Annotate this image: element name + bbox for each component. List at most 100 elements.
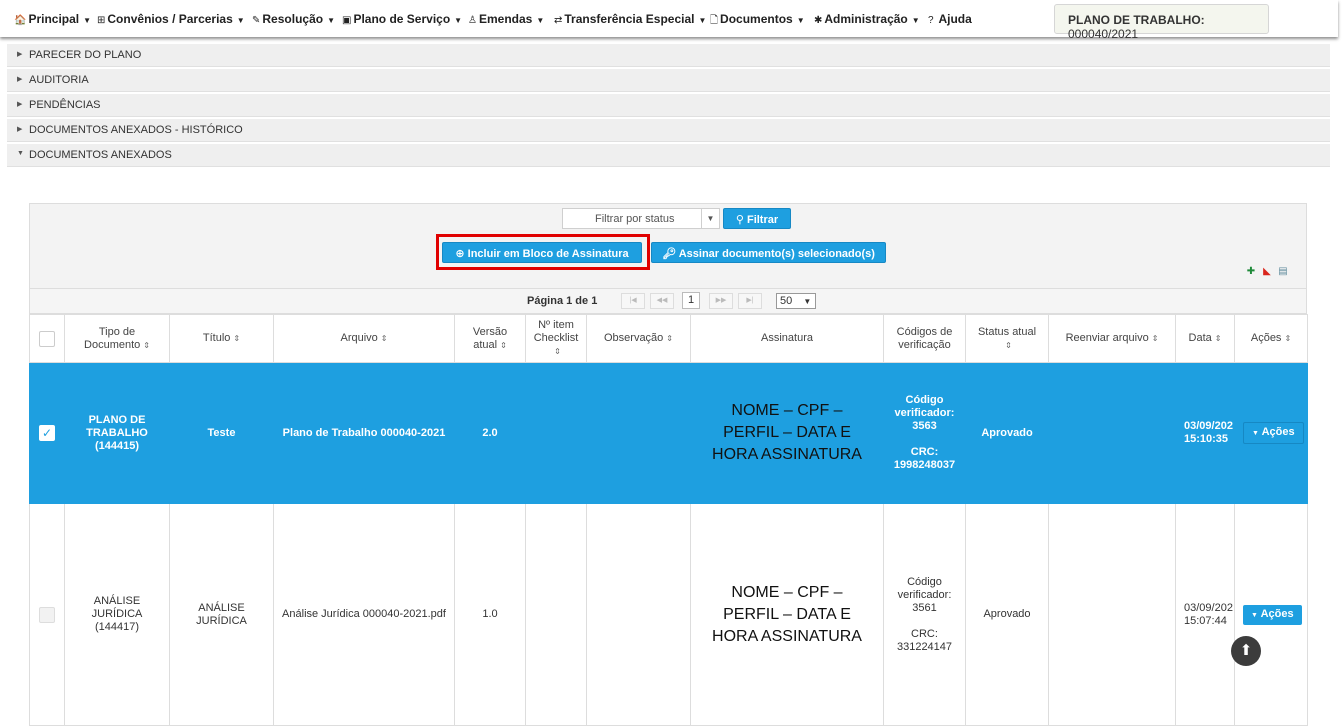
pdf-icon[interactable]: ◣ xyxy=(1260,265,1274,279)
accordion-pendencias[interactable]: ▶ PENDÊNCIAS xyxy=(7,94,1330,117)
col-label: verificação xyxy=(898,338,951,351)
cell-codigos: Código verificador: 3563 CRC: 1998248037 xyxy=(883,362,966,504)
page-size-select[interactable]: 50 ▼ xyxy=(776,293,816,309)
key-icon: 🔑︎ xyxy=(662,248,677,260)
folder-icon: ▣ xyxy=(342,15,352,26)
col-reenviar[interactable]: Reenviar arquivo ⇕ xyxy=(1048,314,1176,363)
caret-down-icon: ▼ xyxy=(796,16,805,25)
caret-down-icon: ▼ xyxy=(327,16,335,25)
col-observacao[interactable]: Observação ⇕ xyxy=(586,314,691,363)
search-icon: ⚲ xyxy=(735,214,744,226)
nav-convenios[interactable]: ⊞ Convênios / Parcerias ▼ xyxy=(97,12,245,26)
col-label: Documento xyxy=(84,338,141,351)
cell-reenviar xyxy=(1048,503,1176,726)
export-icons: ✚ ◣ ▤ xyxy=(1244,263,1292,279)
nav-label: Transferência Especial xyxy=(564,12,695,26)
nav-resolucao[interactable]: ✎ Resolução ▼ xyxy=(252,12,335,26)
accordion-auditoria[interactable]: ▶ AUDITORIA xyxy=(7,69,1330,92)
cell-text: CRC: xyxy=(910,446,939,458)
col-label: Data xyxy=(1188,332,1212,344)
accordion-docs-historico[interactable]: ▶ DOCUMENTOS ANEXADOS - HISTÓRICO xyxy=(7,119,1330,142)
filter-button[interactable]: ⚲ Filtrar xyxy=(723,208,791,229)
sign-selected-button[interactable]: 🔑︎ Assinar documento(s) selecionado(s) xyxy=(651,242,886,263)
nav-label: Administração xyxy=(824,12,908,26)
cell-versao: 2.0 xyxy=(454,362,526,504)
col-label: Observação xyxy=(603,332,664,344)
next-page-icon[interactable]: ▶▶ xyxy=(709,293,733,309)
caret-right-icon: ▶ xyxy=(17,101,23,108)
chevron-down-icon[interactable]: ▼ xyxy=(701,209,719,228)
status-filter-select[interactable]: Filtrar por status ▼ xyxy=(562,208,720,229)
accordion-docs-anexados[interactable]: ▼ DOCUMENTOS ANEXADOS xyxy=(7,144,1330,167)
documents-table: Tipo de Documento ⇕ Título ⇕ Arquivo ⇕ Versã… xyxy=(29,314,1308,726)
nav-documentos[interactable]: 🗋 Documentos ▼ xyxy=(710,12,805,30)
col-label: atual xyxy=(473,338,498,351)
cell-data: 03/09/202 15:07:44 xyxy=(1175,503,1235,726)
col-codigos: Códigos de verificação xyxy=(883,314,966,363)
cell-assinatura: NOME – CPF – PERFIL – DATA E HORA ASSINATU… xyxy=(690,362,884,504)
sort-icon: ⇕ xyxy=(1214,334,1222,343)
col-label: Tipo de xyxy=(98,325,136,338)
cell-codigos: Código verificador: 3561 CRC: 331224147 xyxy=(883,503,966,726)
row-actions-button[interactable]: ▼ Ações xyxy=(1243,422,1304,444)
accordion-label: PARECER DO PLANO xyxy=(29,49,142,61)
table-row[interactable]: ANÁLISE JURÍDICA (144417) ANÁLISE JURÍDICA … xyxy=(29,503,1308,726)
caret-down-icon: ▼ xyxy=(454,16,463,25)
sort-icon: ⇕ xyxy=(233,334,241,343)
col-label: Título xyxy=(202,332,231,344)
cell-observacao xyxy=(586,503,691,726)
nav-label: Resolução xyxy=(262,12,324,26)
excel-icon[interactable]: ✚ xyxy=(1244,265,1258,279)
nav-transferencia[interactable]: ⇄ Transferência Especial ▼ xyxy=(554,12,706,26)
col-label: Assinatura xyxy=(761,332,813,344)
current-page[interactable]: 1 xyxy=(682,292,700,309)
nav-emendas[interactable]: ♙ Emendas ▼ xyxy=(468,12,544,26)
caret-right-icon: ▶ xyxy=(17,126,23,133)
last-page-icon[interactable]: ▶| xyxy=(738,293,762,309)
pencil-icon: ✎ xyxy=(252,15,261,26)
select-all-checkbox[interactable] xyxy=(39,330,55,347)
caret-down-icon: ▼ xyxy=(17,150,24,157)
nav-label: Emendas xyxy=(478,12,533,26)
question-icon: ? xyxy=(928,15,934,26)
sort-icon: ⇕ xyxy=(666,334,673,343)
accordion-label: AUDITORIA xyxy=(29,74,89,86)
cell-status: Aprovado xyxy=(965,362,1049,504)
nav-principal[interactable]: 🏠 Principal ▼ xyxy=(14,12,91,26)
prev-page-icon[interactable]: ◀◀ xyxy=(650,293,674,309)
sort-icon: ⇕ xyxy=(554,347,561,356)
chevron-down-icon: ▼ xyxy=(803,297,812,306)
signature-text: HORA ASSINATURA xyxy=(712,627,862,645)
print-icon[interactable]: ▤ xyxy=(1276,265,1290,279)
scroll-to-top-icon[interactable]: ⬆ xyxy=(1231,636,1261,666)
caret-down-icon: ▼ xyxy=(1252,430,1259,437)
col-label: Arquivo xyxy=(340,332,378,344)
row-actions-button[interactable]: ▼ Ações xyxy=(1243,604,1302,625)
row-select-cell xyxy=(29,503,65,726)
col-arquivo[interactable]: Arquivo ⇕ xyxy=(273,314,455,363)
accordion-parecer[interactable]: ▶ PARECER DO PLANO xyxy=(7,44,1330,67)
table-row[interactable]: ✓ PLANO DE TRABALHO (144415) Teste Plano d… xyxy=(29,362,1308,504)
cell-text: ANÁLISE xyxy=(93,595,141,607)
col-acoes[interactable]: Ações ⇕ xyxy=(1234,314,1308,363)
first-page-icon[interactable]: |◀ xyxy=(621,293,645,309)
col-data[interactable]: Data ⇕ xyxy=(1175,314,1235,363)
nav-administracao[interactable]: ✱ Administração ▼ xyxy=(814,12,920,26)
cell-arquivo[interactable]: Plano de Trabalho 000040-2021 xyxy=(273,362,455,504)
col-checklist[interactable]: Nº item Checklist ⇕ xyxy=(525,314,587,363)
nav-ajuda[interactable]: ? Ajuda xyxy=(928,12,972,26)
include-block-button[interactable]: ⊕ Incluir em Bloco de Assinatura xyxy=(442,242,642,263)
col-versao[interactable]: Versão atual ⇕ xyxy=(454,314,526,363)
cell-text: PLANO DE xyxy=(88,413,146,426)
select-all-cell xyxy=(29,314,65,363)
col-tipo[interactable]: Tipo de Documento ⇕ xyxy=(64,314,170,363)
accordion-label: DOCUMENTOS ANEXADOS - HISTÓRICO xyxy=(29,124,243,136)
user-icon: ♙ xyxy=(468,15,477,26)
row-checkbox[interactable] xyxy=(39,606,55,623)
col-status[interactable]: Status atual ⇕ xyxy=(965,314,1049,363)
nav-plano-servico[interactable]: ▣ Plano de Serviço ▼ xyxy=(342,12,462,26)
row-checkbox[interactable]: ✓ xyxy=(39,425,55,441)
col-titulo[interactable]: Título ⇕ xyxy=(169,314,274,363)
cell-arquivo[interactable]: Análise Jurídica 000040-2021.pdf xyxy=(273,503,455,726)
cell-checklist xyxy=(525,362,587,504)
